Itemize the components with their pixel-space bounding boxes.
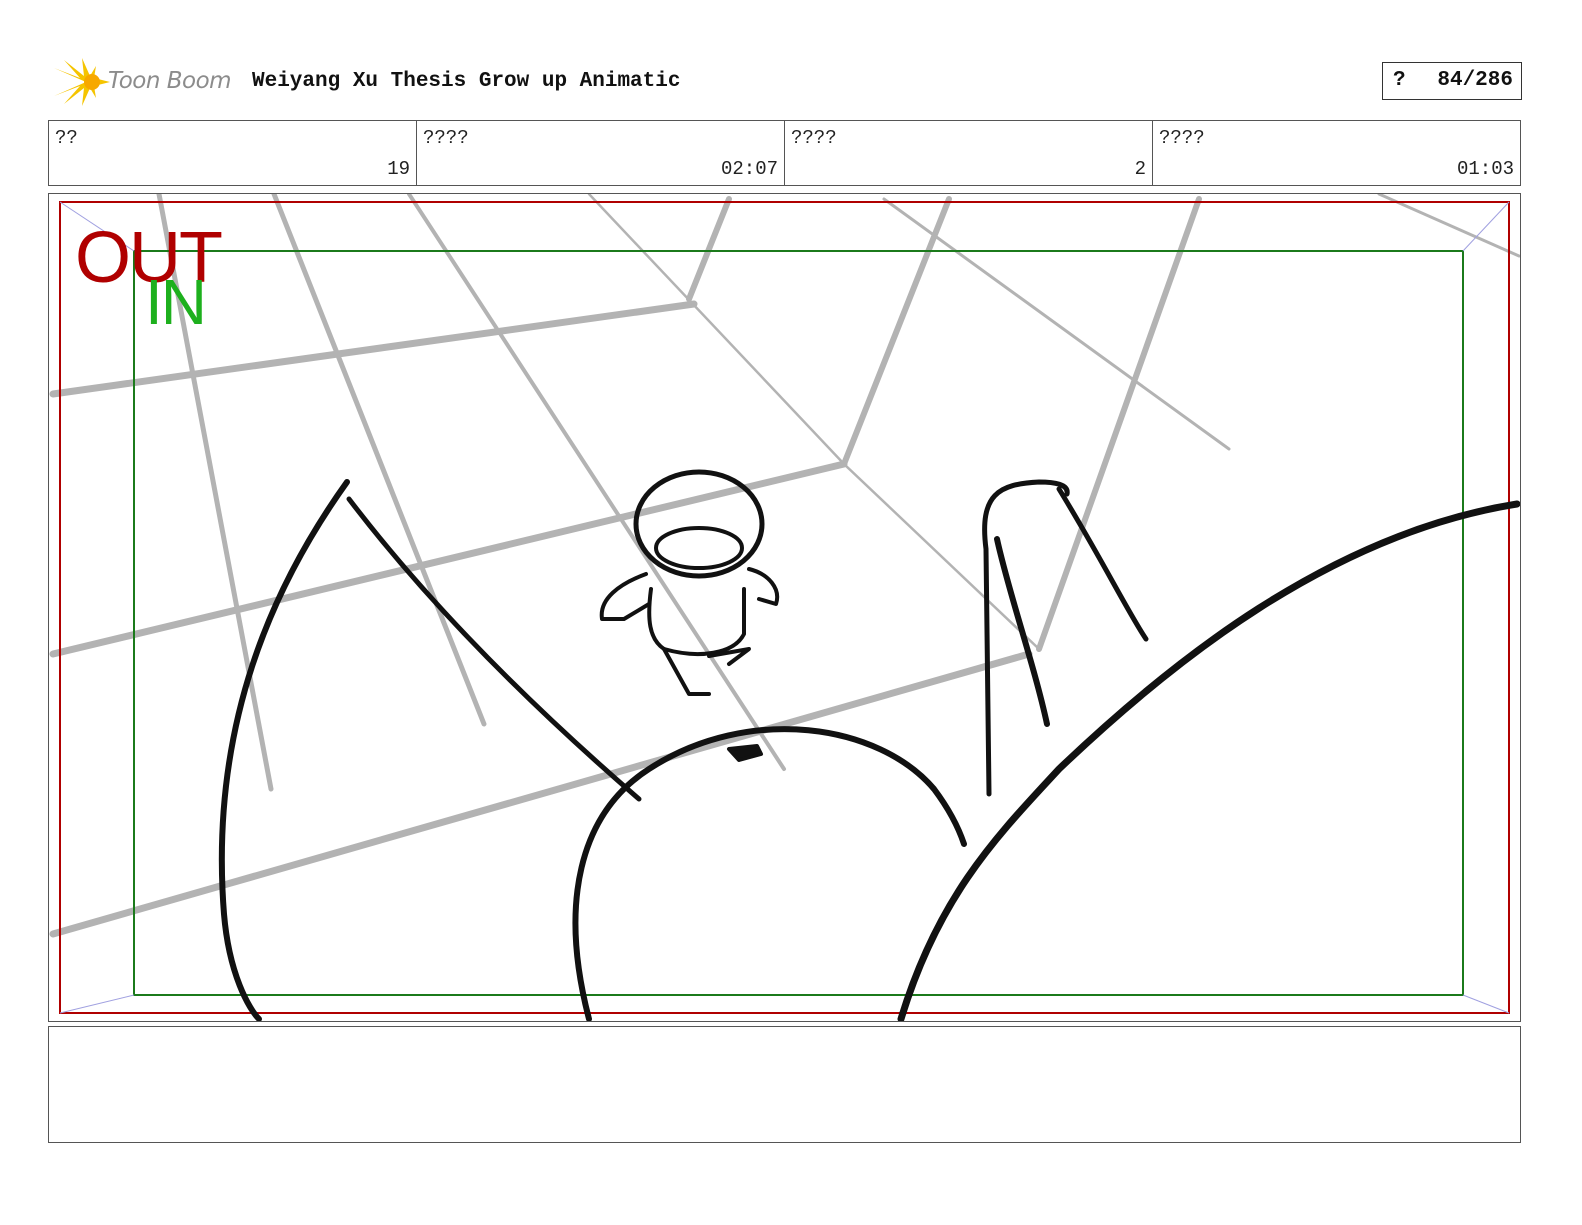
toon-boom-logo: Toon Boom [52,58,242,106]
info-value: 01:03 [1456,158,1514,180]
page-number: 84/286 [1437,69,1513,92]
starburst-icon [54,58,110,106]
info-label: ???? [1159,127,1205,149]
logo-text: Toon Boom [108,68,232,94]
in-frame [133,250,1464,996]
storyboard-panel: OUT IN [48,193,1521,1022]
panel-info-row: ?? 19 ???? 02:07 ???? 2 ???? 01:03 [48,120,1521,186]
info-label: ???? [791,127,837,149]
info-cell-duration: ???? 02:07 [417,121,785,185]
panel-notes-box [48,1026,1521,1143]
info-label: ???? [423,127,469,149]
document-title: Weiyang Xu Thesis Grow up Animatic [252,70,681,93]
info-value: 2 [1134,158,1146,180]
in-frame-label: IN [145,266,207,338]
info-cell-panel-duration: ???? 01:03 [1153,121,1520,185]
info-value: 19 [387,158,410,180]
panel-sketch [49,194,1520,1021]
storyboard-header: Toon Boom Weiyang Xu Thesis Grow up Anim… [48,56,1522,108]
page-indicator: ? 84/286 [1382,62,1522,100]
floor-grid-sketch [49,194,1520,938]
info-cell-panel: ???? 2 [785,121,1153,185]
info-value: 02:07 [720,158,778,180]
info-cell-scene: ?? 19 [49,121,417,185]
info-label: ?? [55,127,78,149]
page-marker: ? [1393,69,1406,92]
